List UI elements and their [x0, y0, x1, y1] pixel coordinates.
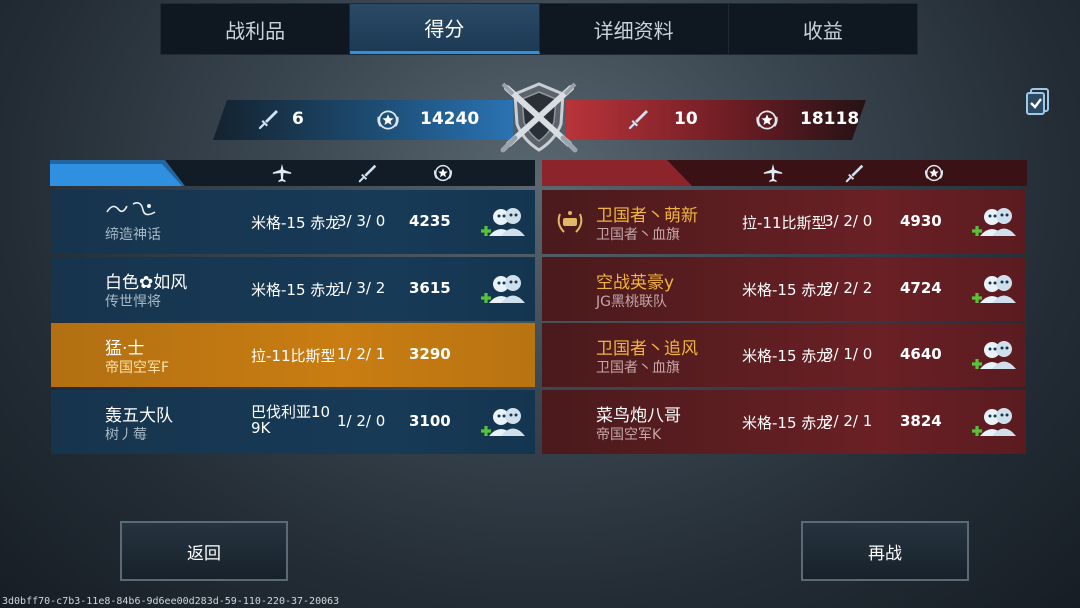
- blue-team-header: [50, 160, 535, 186]
- kills-deaths-assists: 1/ 2/ 0: [337, 412, 386, 430]
- tab-details[interactable]: 详细资料: [540, 4, 729, 54]
- player-name: 猛·士: [105, 339, 145, 359]
- add-friend-icon[interactable]: [479, 206, 531, 240]
- laurel-badge-icon: [557, 211, 583, 233]
- aircraft-name: 米格-15 赤龙: [251, 214, 341, 232]
- clan-name: JG黑桃联队: [596, 294, 667, 310]
- aircraft-name: 拉-11比斯型: [742, 214, 827, 232]
- kills-deaths-assists: 1/ 3/ 2: [337, 279, 386, 297]
- clan-name: 缔造神话: [105, 227, 161, 243]
- player-points: 4640: [900, 345, 942, 363]
- player-name-calligraphy: [106, 202, 156, 216]
- crossed-swords-emblem-icon: [500, 82, 578, 153]
- player-points: 4724: [900, 279, 942, 297]
- red-kills: 10: [674, 109, 698, 129]
- star-medal-icon: [375, 107, 401, 133]
- rematch-button[interactable]: 再战: [801, 521, 969, 581]
- sword-icon: [844, 162, 866, 184]
- aircraft-name: 米格-15 赤龙: [742, 414, 832, 432]
- aircraft-name-line2: 9K: [251, 419, 271, 437]
- tab-earnings[interactable]: 收益: [729, 4, 917, 54]
- table-row: 卫国者丶追风 卫国者丶血旗 米格-15 赤龙 3/ 1/ 0 4640: [542, 323, 1026, 387]
- blue-header-accent: [50, 160, 185, 186]
- clan-name: 帝国空军F: [105, 360, 170, 376]
- red-team-header: [542, 160, 1027, 186]
- player-name: 卫国者丶萌新: [596, 206, 698, 226]
- clan-name: 卫国者丶血旗: [596, 360, 680, 376]
- blue-kills: 6: [292, 109, 304, 129]
- sword-icon: [627, 107, 651, 131]
- add-friend-icon[interactable]: [970, 273, 1022, 307]
- add-friend-icon[interactable]: [970, 406, 1022, 440]
- clan-name: 树丿莓: [105, 427, 147, 443]
- player-points: 3824: [900, 412, 942, 430]
- tab-score[interactable]: 得分: [350, 4, 540, 54]
- player-name: 空战英豪y: [596, 273, 675, 293]
- red-header-accent: [542, 160, 692, 186]
- kills-deaths-assists: 2/ 2/ 2: [824, 279, 873, 297]
- aircraft-name: 米格-15 赤龙: [251, 281, 341, 299]
- kills-deaths-assists: 2/ 2/ 1: [824, 412, 873, 430]
- back-button[interactable]: 返回: [120, 521, 288, 581]
- table-row: 缔造神话 米格-15 赤龙 3/ 3/ 0 4235: [51, 190, 535, 254]
- star-medal-icon: [923, 162, 945, 184]
- add-friend-icon[interactable]: [479, 273, 531, 307]
- player-name: 白色✿如风: [105, 273, 188, 293]
- plane-icon: [762, 162, 784, 184]
- session-id-text: 3d0bff70-c7b3-11e8-84b6-9d6ee00d283d-59-…: [2, 596, 340, 607]
- add-friend-icon[interactable]: [970, 206, 1022, 240]
- player-points: 3290: [409, 345, 451, 363]
- tab-loot[interactable]: 战利品: [161, 4, 351, 54]
- player-name: 轰五大队: [105, 406, 173, 426]
- aircraft-name: 巴伐利亚10 9K: [251, 404, 330, 436]
- table-row: 菜鸟炮八哥 帝国空军K 米格-15 赤龙 2/ 2/ 1 3824: [542, 390, 1026, 454]
- player-points: 3100: [409, 412, 451, 430]
- player-name: 卫国者丶追风: [596, 339, 698, 359]
- clipboard-check-icon[interactable]: [1022, 84, 1054, 116]
- player-points: 3615: [409, 279, 451, 297]
- clan-name: 帝国空军K: [596, 427, 662, 443]
- add-friend-icon[interactable]: [479, 406, 531, 440]
- sword-icon: [357, 162, 379, 184]
- star-medal-icon: [432, 162, 454, 184]
- aircraft-name: 拉-11比斯型: [251, 347, 336, 365]
- table-row: 卫国者丶萌新 卫国者丶血旗 拉-11比斯型 3/ 2/ 0 4930: [542, 190, 1026, 254]
- table-row-self: 猛·士 帝国空军F 拉-11比斯型 1/ 2/ 1 3290: [51, 323, 535, 387]
- aircraft-name: 米格-15 赤龙: [742, 347, 832, 365]
- result-tabs: 战利品 得分 详细资料 收益: [160, 3, 918, 55]
- blue-points: 14240: [420, 109, 480, 129]
- clan-name: 卫国者丶血旗: [596, 227, 680, 243]
- kills-deaths-assists: 1/ 2/ 1: [337, 345, 386, 363]
- table-row: 空战英豪y JG黑桃联队 米格-15 赤龙 2/ 2/ 2 4724: [542, 257, 1026, 321]
- red-points: 18118: [800, 109, 860, 129]
- plane-icon: [271, 162, 293, 184]
- player-name: 菜鸟炮八哥: [596, 406, 681, 426]
- player-points: 4930: [900, 212, 942, 230]
- add-friend-icon[interactable]: [970, 339, 1022, 373]
- kills-deaths-assists: 3/ 3/ 0: [337, 212, 386, 230]
- kills-deaths-assists: 3/ 1/ 0: [824, 345, 873, 363]
- star-medal-icon: [754, 107, 780, 133]
- sword-icon: [257, 107, 281, 131]
- table-row: 白色✿如风 传世悍将 米格-15 赤龙 1/ 3/ 2 3615: [51, 257, 535, 321]
- clan-name: 传世悍将: [105, 294, 161, 310]
- player-points: 4235: [409, 212, 451, 230]
- aircraft-name: 米格-15 赤龙: [742, 281, 832, 299]
- kills-deaths-assists: 3/ 2/ 0: [824, 212, 873, 230]
- table-row: 轰五大队 树丿莓 巴伐利亚10 9K 1/ 2/ 0 3100: [51, 390, 535, 454]
